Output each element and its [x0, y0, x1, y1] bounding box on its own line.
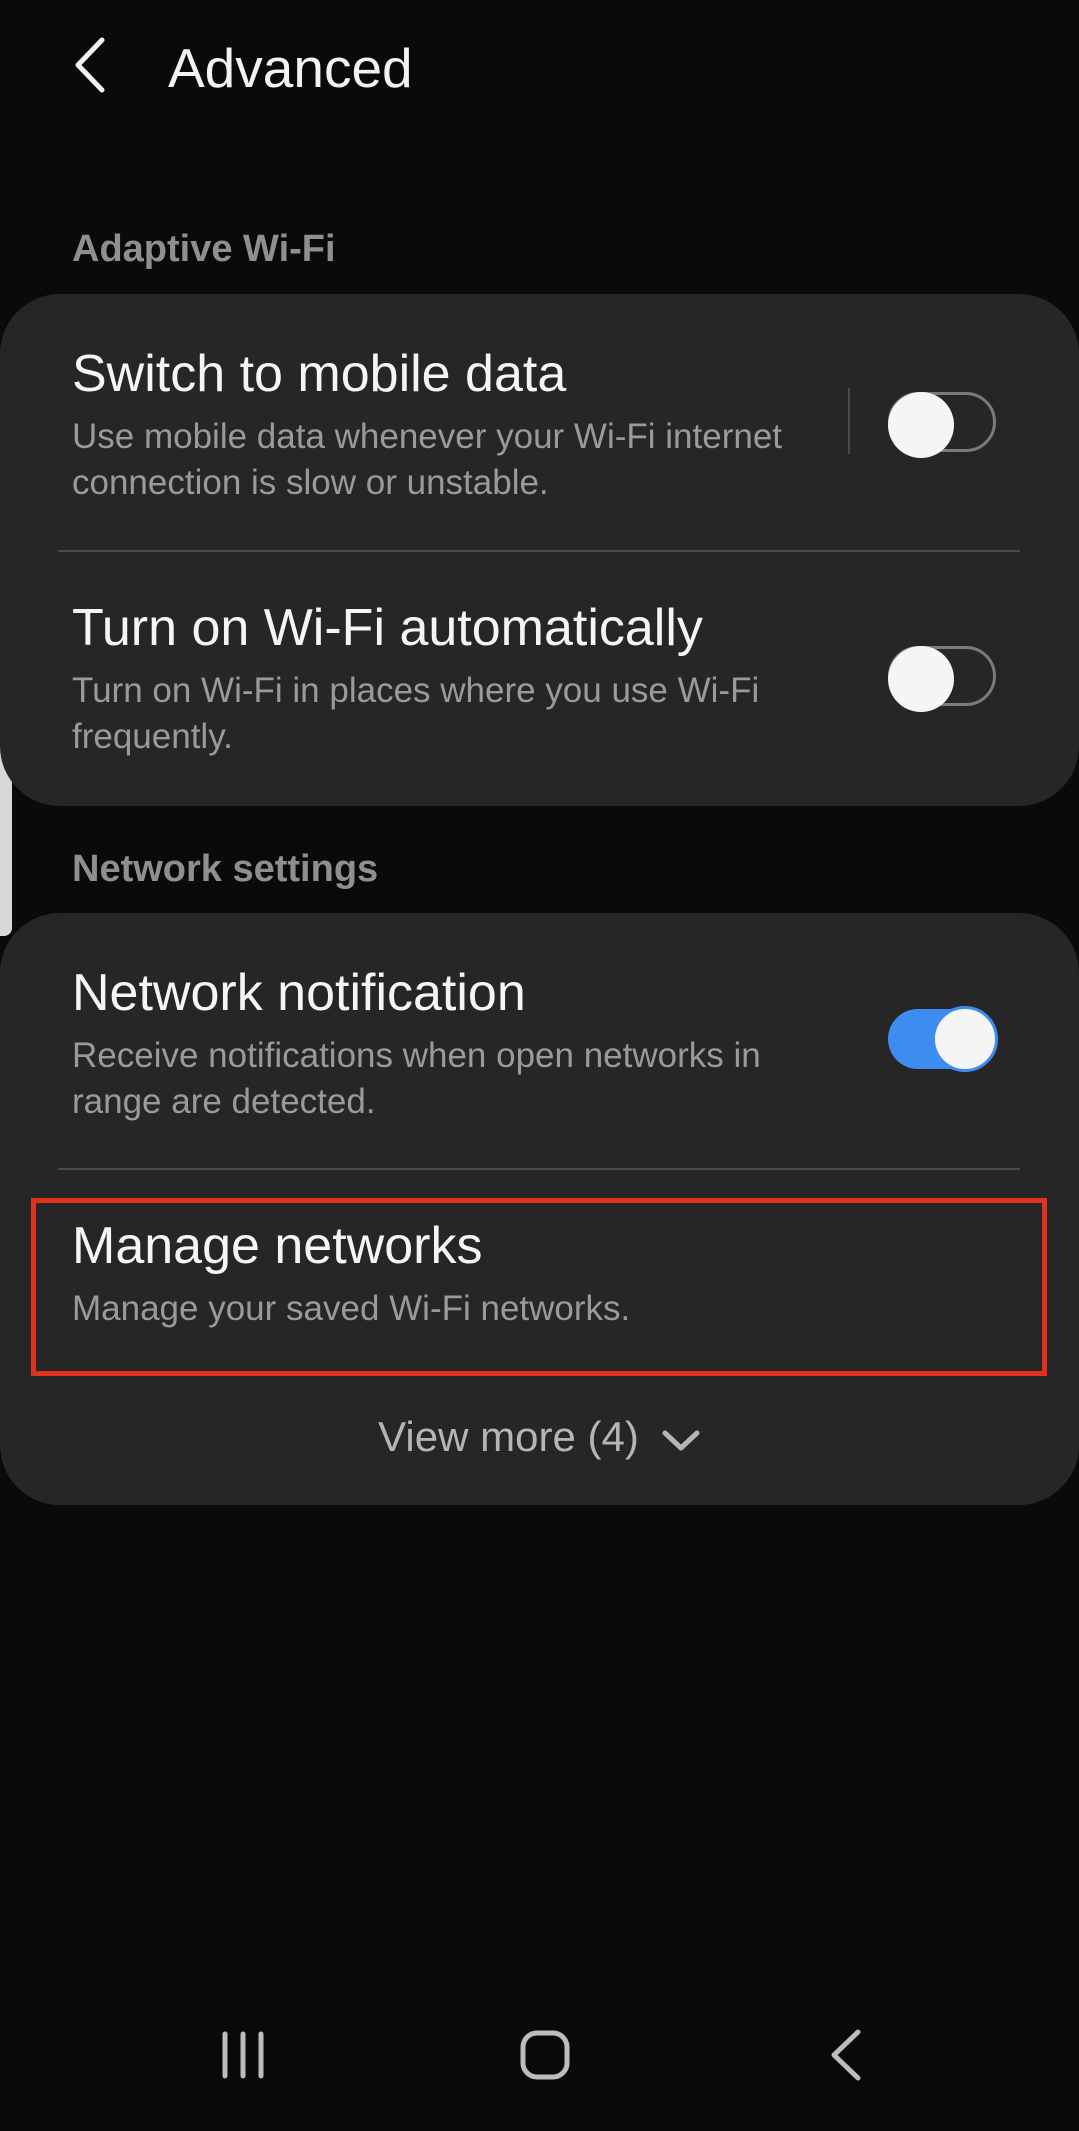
- back-icon: [831, 2029, 861, 2081]
- page-title: Advanced: [168, 37, 413, 99]
- view-more-label: View more (4): [378, 1413, 639, 1460]
- recent-apps-icon: [222, 2031, 264, 2079]
- view-more-button[interactable]: View more (4): [0, 1413, 1079, 1464]
- nav-back-button[interactable]: [802, 2010, 892, 2100]
- network-notification-row[interactable]: Network notification Receive notificatio…: [0, 913, 1079, 1169]
- highlight-box: [31, 1198, 1047, 1376]
- network-notification-toggle[interactable]: [888, 1006, 998, 1072]
- back-button[interactable]: [58, 30, 128, 100]
- home-button[interactable]: [500, 2010, 590, 2100]
- divider: [848, 388, 850, 454]
- row-title: Turn on Wi-Fi automatically: [72, 599, 703, 657]
- section-label-network-settings: Network settings: [72, 848, 379, 890]
- chevron-down-icon: [661, 1416, 701, 1464]
- adaptive-wifi-card: Switch to mobile data Use mobile data wh…: [0, 294, 1079, 806]
- switch-to-mobile-data-toggle[interactable]: [888, 392, 996, 458]
- row-subtitle: Turn on Wi-Fi in places where you use Wi…: [72, 671, 760, 756]
- system-navigation-bar: [0, 1980, 1079, 2130]
- recent-apps-button[interactable]: [198, 2010, 288, 2100]
- toggle-knob: [932, 1006, 998, 1072]
- toggle-knob: [888, 392, 954, 458]
- home-icon: [520, 2030, 570, 2080]
- app-bar: Advanced: [0, 0, 1079, 140]
- toggle-knob: [888, 646, 954, 712]
- row-subtitle: Receive notifications when open networks…: [72, 1036, 761, 1121]
- section-label-adaptive-wifi: Adaptive Wi-Fi: [72, 228, 336, 270]
- turn-on-wifi-automatically-row[interactable]: Turn on Wi-Fi automatically Turn on Wi-F…: [0, 552, 1079, 806]
- row-subtitle: Use mobile data whenever your Wi-Fi inte…: [72, 417, 783, 502]
- row-title: Network notification: [72, 964, 526, 1022]
- back-arrow-icon: [75, 37, 105, 93]
- turn-on-wifi-automatically-toggle[interactable]: [888, 646, 996, 712]
- switch-to-mobile-data-row[interactable]: Switch to mobile data Use mobile data wh…: [0, 294, 1079, 550]
- row-title: Switch to mobile data: [72, 345, 567, 403]
